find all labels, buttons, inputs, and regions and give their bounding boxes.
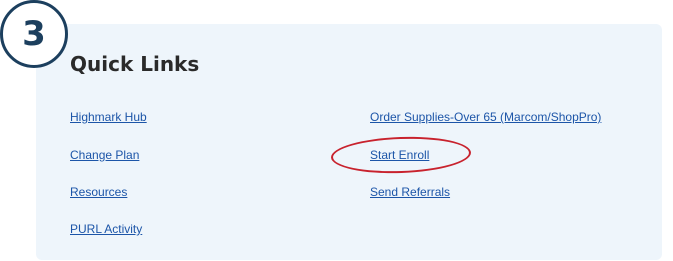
quick-links-title: Quick Links	[70, 52, 200, 76]
step-number-badge: 3	[0, 0, 68, 68]
link-highmark-hub[interactable]: Highmark Hub	[70, 110, 147, 124]
step-number: 3	[22, 14, 46, 54]
link-change-plan[interactable]: Change Plan	[70, 148, 139, 162]
link-start-enroll[interactable]: Start Enroll	[370, 148, 429, 162]
link-send-referrals[interactable]: Send Referrals	[370, 185, 450, 199]
link-order-supplies[interactable]: Order Supplies-Over 65 (Marcom/ShopPro)	[370, 110, 601, 124]
link-purl-activity[interactable]: PURL Activity	[70, 222, 142, 236]
link-resources[interactable]: Resources	[70, 185, 127, 199]
